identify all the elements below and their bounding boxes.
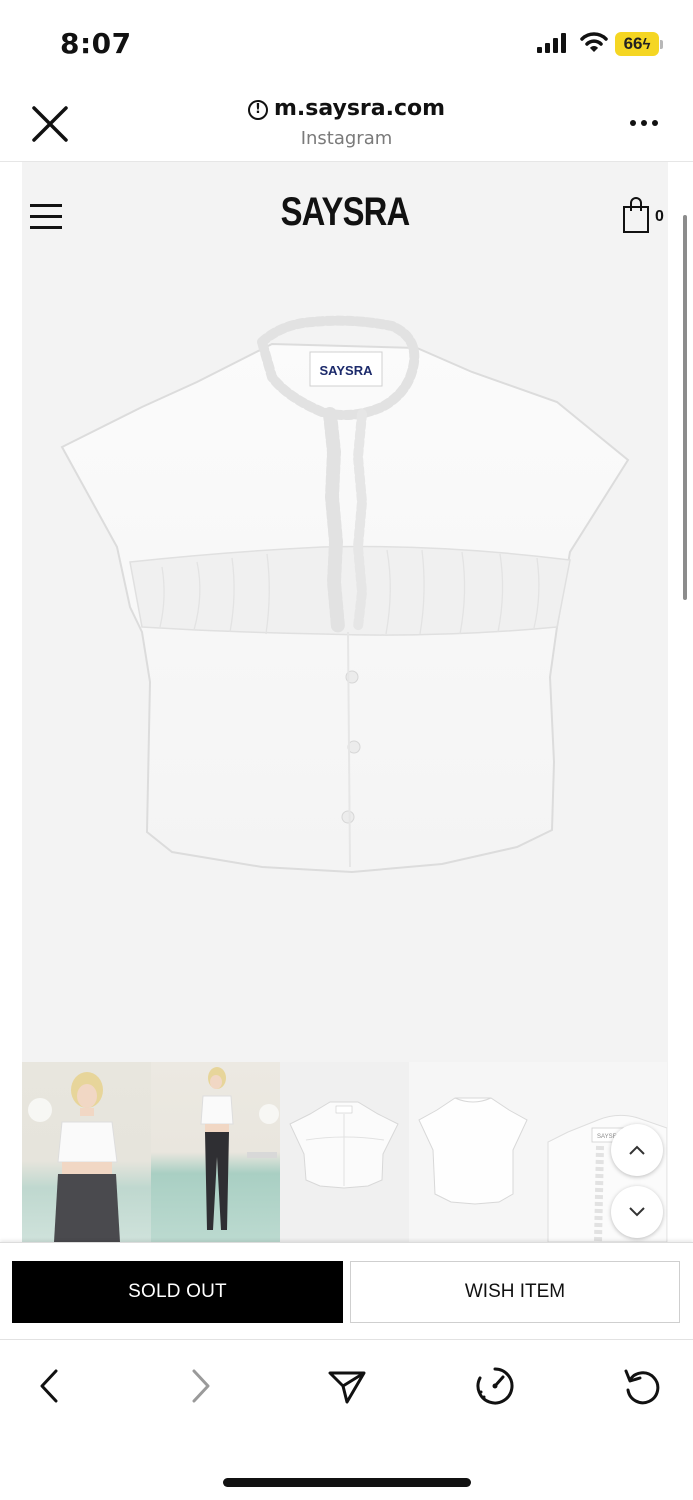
info-icon[interactable]: !	[247, 100, 268, 120]
hamburger-menu-icon[interactable]	[30, 204, 62, 230]
url-text: m.saysra.com	[273, 96, 446, 121]
site-logo[interactable]: SAYSRA	[80, 190, 610, 235]
page-scrollbar[interactable]	[683, 215, 687, 600]
url-bar[interactable]: ! m.saysra.com	[0, 96, 693, 121]
product-main-image[interactable]: SAYSRA	[22, 282, 668, 1057]
status-bar: 8:07 66 ϟ	[0, 0, 693, 80]
thumbnail-product-back[interactable]	[409, 1062, 538, 1242]
battery-tip	[660, 40, 663, 49]
thumbnail-product-front[interactable]	[280, 1062, 409, 1242]
source-app-label: Instagram	[300, 128, 393, 149]
garment-label: SAYSRA	[320, 363, 374, 378]
shopping-bag-icon[interactable]	[622, 196, 650, 234]
status-time: 8:07	[60, 27, 132, 60]
battery-level: 66	[623, 34, 643, 53]
more-icon[interactable]	[628, 113, 660, 133]
product-action-bar: SOLD OUT WISH ITEM	[0, 1242, 693, 1339]
chevron-down-icon	[629, 1207, 645, 1217]
reload-icon[interactable]	[622, 1366, 662, 1406]
cellular-signal-icon	[537, 33, 566, 53]
thumbnail-model-side[interactable]	[151, 1062, 280, 1242]
thumbnail-strip: SAYSRA	[22, 1062, 668, 1242]
speed-icon[interactable]	[475, 1366, 515, 1406]
wifi-icon	[580, 32, 608, 52]
in-app-browser-header: ! m.saysra.com Instagram	[0, 80, 693, 162]
product-page: SAYSRA 0 SAYSRA SAYSRA	[22, 162, 668, 1242]
browser-toolbar	[0, 1339, 693, 1500]
scroll-up-button[interactable]	[611, 1124, 663, 1176]
scroll-down-button[interactable]	[611, 1186, 663, 1238]
home-indicator	[223, 1478, 471, 1487]
chevron-up-icon	[629, 1145, 645, 1155]
sold-out-button[interactable]: SOLD OUT	[12, 1261, 343, 1323]
cart-count: 0	[655, 208, 664, 225]
forward-arrow-icon[interactable]	[180, 1366, 220, 1406]
wish-item-button[interactable]: WISH ITEM	[350, 1261, 680, 1323]
thumbnail-model-front[interactable]	[22, 1062, 151, 1242]
back-arrow-icon[interactable]	[30, 1366, 70, 1406]
battery-charging-icon: 66 ϟ	[615, 32, 659, 56]
share-icon[interactable]	[327, 1366, 367, 1406]
